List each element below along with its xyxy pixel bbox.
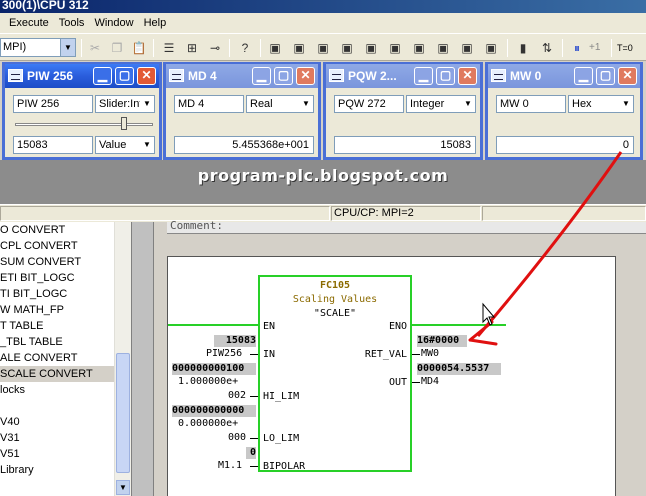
arrow-head <box>468 320 498 346</box>
annotation-arrow <box>468 151 623 346</box>
arrow-line <box>476 151 623 337</box>
